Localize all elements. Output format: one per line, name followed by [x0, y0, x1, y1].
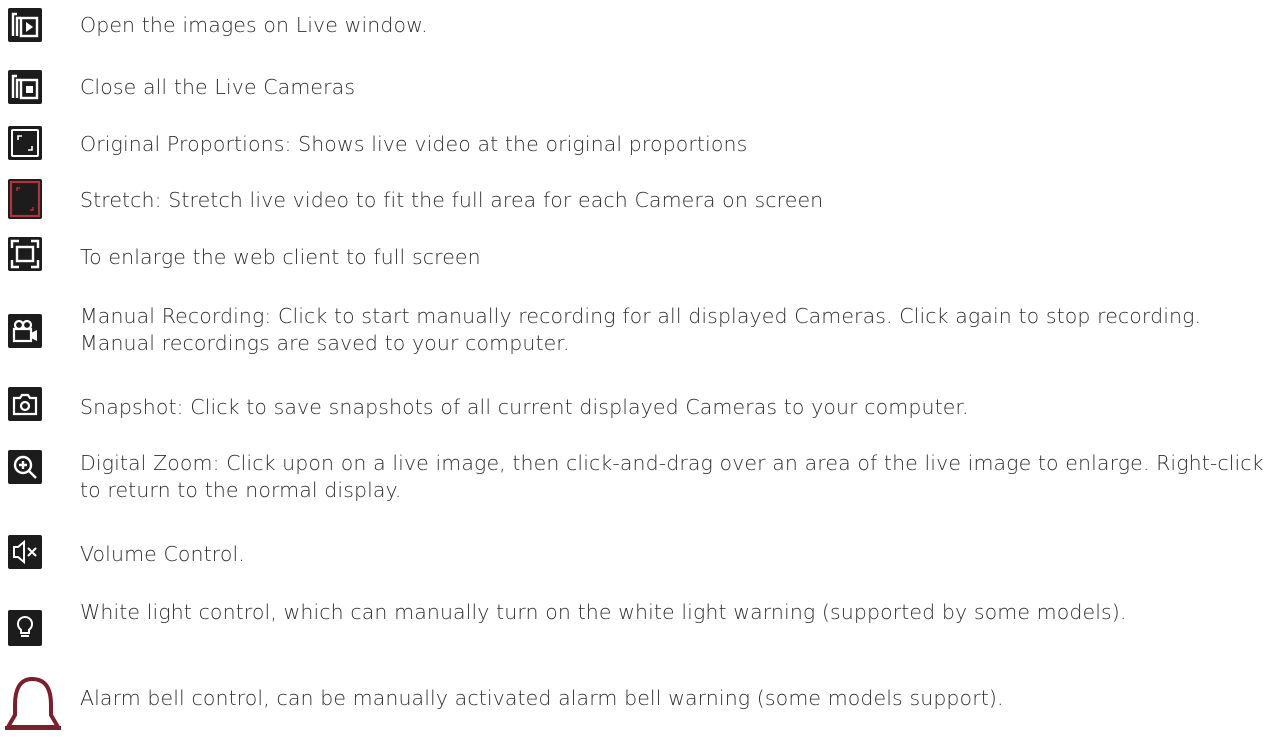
legend-text: Snapshot: Click to save snapshots of all… — [80, 395, 969, 419]
legend-text: Original Proportions: Shows live video a… — [80, 132, 748, 156]
legend-text: Volume Control. — [80, 542, 245, 566]
legend-text: Digital Zoom: Click upon on a live image… — [80, 451, 1264, 502]
stop-in-window-icon — [8, 70, 42, 104]
legend-text: To enlarge the web client to full screen — [80, 245, 481, 269]
legend-text: Manual Recording: Click to start manuall… — [80, 304, 1202, 355]
light-bulb-icon — [8, 610, 42, 646]
original-proportions-icon — [8, 126, 42, 160]
zoom-in-icon — [8, 450, 42, 484]
play-in-window-icon — [8, 8, 42, 42]
volume-mute-icon — [8, 535, 42, 569]
camera-icon — [8, 387, 42, 421]
fullscreen-icon — [8, 237, 42, 271]
legend-text: Alarm bell control, can be manually acti… — [80, 686, 1004, 710]
legend-text: Stretch: Stretch live video to fit the f… — [80, 188, 824, 212]
bell-icon — [2, 675, 66, 737]
legend-text: Close all the Live Cameras — [80, 75, 356, 99]
legend-text: Open the images on Live window. — [80, 13, 428, 37]
stretch-icon — [8, 179, 42, 219]
legend-page: { "entries": [ {"icon": "play-in-window-… — [0, 0, 1279, 733]
video-camera-icon — [8, 314, 42, 348]
legend-text: White light control, which can manually … — [80, 600, 1127, 624]
